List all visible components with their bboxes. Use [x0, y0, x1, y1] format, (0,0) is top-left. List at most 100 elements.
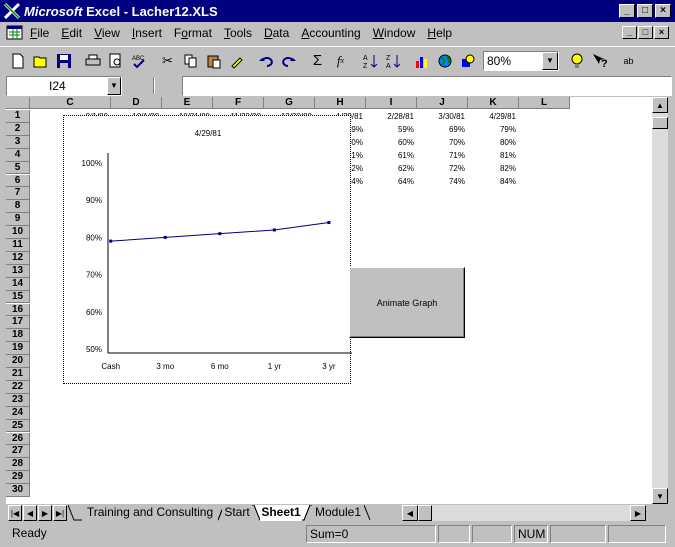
column-header-d[interactable]: D: [111, 97, 162, 109]
tab-sheet1[interactable]: Sheet1: [260, 505, 302, 521]
cell-k6[interactable]: 84%: [468, 175, 516, 188]
scroll-up-icon[interactable]: ▲: [652, 97, 668, 113]
cell-k1[interactable]: 4/29/81: [468, 110, 516, 123]
tipwizard-icon[interactable]: [565, 50, 588, 72]
row-header-22[interactable]: 22: [6, 380, 30, 394]
cell-i5[interactable]: 62%: [366, 162, 414, 175]
column-header-g[interactable]: G: [264, 97, 315, 109]
cell-i2[interactable]: 59%: [366, 123, 414, 136]
column-header-h[interactable]: H: [315, 97, 366, 109]
column-header-k[interactable]: K: [468, 97, 519, 109]
row-header-12[interactable]: 12: [6, 251, 30, 265]
row-header-26[interactable]: 26: [6, 432, 30, 446]
prev-sheet-icon[interactable]: ◀: [23, 505, 37, 521]
cell-j3[interactable]: 70%: [417, 136, 465, 149]
next-sheet-icon[interactable]: ▶: [38, 505, 52, 521]
help-icon[interactable]: ?: [588, 50, 611, 72]
select-all-corner[interactable]: [6, 97, 30, 109]
map-icon[interactable]: [433, 50, 456, 72]
row-header-4[interactable]: 4: [6, 148, 30, 162]
zoom-select[interactable]: 80% ▼: [483, 50, 559, 71]
sort-descending-icon[interactable]: ZA: [381, 50, 404, 72]
cell-i3[interactable]: 60%: [366, 136, 414, 149]
cell-j4[interactable]: 71%: [417, 149, 465, 162]
row-header-20[interactable]: 20: [6, 355, 30, 368]
spelling-icon[interactable]: ABC: [127, 50, 150, 72]
row-header-6[interactable]: 6: [6, 174, 30, 188]
column-header-j[interactable]: J: [417, 97, 468, 109]
tab-start[interactable]: Start: [222, 505, 252, 521]
row-header-2[interactable]: 2: [6, 122, 30, 136]
chart-wizard-icon[interactable]: [410, 50, 433, 72]
function-icon[interactable]: fx: [329, 50, 352, 72]
menu-tools[interactable]: Tools: [218, 26, 258, 40]
menu-format[interactable]: Format: [168, 26, 218, 40]
open-icon[interactable]: [29, 50, 52, 72]
last-sheet-icon[interactable]: ▶|: [53, 505, 67, 521]
cut-icon[interactable]: ✂: [156, 50, 179, 72]
animate-graph-button[interactable]: Animate Graph: [349, 267, 465, 338]
cell-j5[interactable]: 72%: [417, 162, 465, 175]
format-painter-icon[interactable]: [225, 50, 248, 72]
scroll-down-icon[interactable]: ▼: [652, 488, 668, 504]
print-preview-icon[interactable]: [104, 50, 127, 72]
menu-accounting[interactable]: Accounting: [295, 26, 366, 40]
scroll-thumb[interactable]: [652, 117, 668, 129]
name-box-dropdown-icon[interactable]: ▼: [107, 77, 121, 95]
menu-help[interactable]: Help: [421, 26, 458, 40]
column-header-i[interactable]: I: [366, 97, 417, 109]
vertical-scrollbar[interactable]: ▲ ▼: [652, 97, 668, 504]
menu-window[interactable]: Window: [367, 26, 422, 40]
row-header-23[interactable]: 23: [6, 393, 30, 407]
cell-k3[interactable]: 80%: [468, 136, 516, 149]
cell-j2[interactable]: 69%: [417, 123, 465, 136]
cell-j6[interactable]: 74%: [417, 175, 465, 188]
menu-insert[interactable]: Insert: [126, 26, 168, 40]
doc-minimize-button[interactable]: _: [622, 26, 637, 39]
row-header-11[interactable]: 11: [6, 239, 30, 252]
row-header-10[interactable]: 10: [6, 226, 30, 239]
copy-icon[interactable]: [179, 50, 202, 72]
cell-i4[interactable]: 61%: [366, 149, 414, 162]
row-header-3[interactable]: 3: [6, 135, 30, 149]
minimize-button[interactable]: _: [619, 4, 635, 18]
line-chart[interactable]: 4/29/81 50% 60% 70% 80% 90% 100% Cash 3 mo 6 mo 1 …: [63, 115, 362, 384]
sort-ascending-icon[interactable]: AZ: [358, 50, 381, 72]
row-header-16[interactable]: 16: [6, 303, 30, 317]
column-header-c[interactable]: C: [30, 97, 111, 109]
drawing-icon[interactable]: [456, 50, 479, 72]
textbox-icon[interactable]: ab: [617, 50, 640, 72]
row-header-9[interactable]: 9: [6, 213, 30, 227]
row-header-5[interactable]: 5: [6, 161, 30, 175]
column-header-l[interactable]: L: [519, 97, 570, 109]
workbook-icon[interactable]: [6, 25, 24, 41]
menu-view[interactable]: View: [88, 26, 126, 40]
row-header-28[interactable]: 28: [6, 458, 30, 472]
first-sheet-icon[interactable]: |◀: [8, 505, 22, 521]
row-header-13[interactable]: 13: [6, 264, 30, 278]
menu-edit[interactable]: Edit: [55, 26, 88, 40]
redo-icon[interactable]: [277, 50, 300, 72]
row-header-29[interactable]: 29: [6, 471, 30, 485]
row-header-27[interactable]: 27: [6, 445, 30, 459]
cell-i1[interactable]: 2/28/81: [366, 110, 414, 123]
row-header-7[interactable]: 7: [6, 187, 30, 201]
menu-data[interactable]: Data: [258, 26, 295, 40]
name-box[interactable]: I24 ▼: [6, 76, 122, 96]
undo-icon[interactable]: [254, 50, 277, 72]
row-header-19[interactable]: 19: [6, 342, 30, 356]
row-header-21[interactable]: 21: [6, 368, 30, 381]
hscroll-right-icon[interactable]: ▶: [630, 505, 646, 521]
cell-k2[interactable]: 79%: [468, 123, 516, 136]
zoom-dropdown-icon[interactable]: ▼: [542, 51, 558, 70]
paste-icon[interactable]: [202, 50, 225, 72]
row-header-1[interactable]: 1: [6, 110, 30, 123]
new-icon[interactable]: [6, 50, 29, 72]
doc-close-button[interactable]: ×: [654, 26, 669, 39]
menu-file[interactable]: File: [24, 26, 55, 40]
cell-k4[interactable]: 81%: [468, 149, 516, 162]
doc-restore-button[interactable]: □: [638, 26, 653, 39]
save-icon[interactable]: [52, 50, 75, 72]
cell-i6[interactable]: 64%: [366, 175, 414, 188]
cell-k5[interactable]: 82%: [468, 162, 516, 175]
